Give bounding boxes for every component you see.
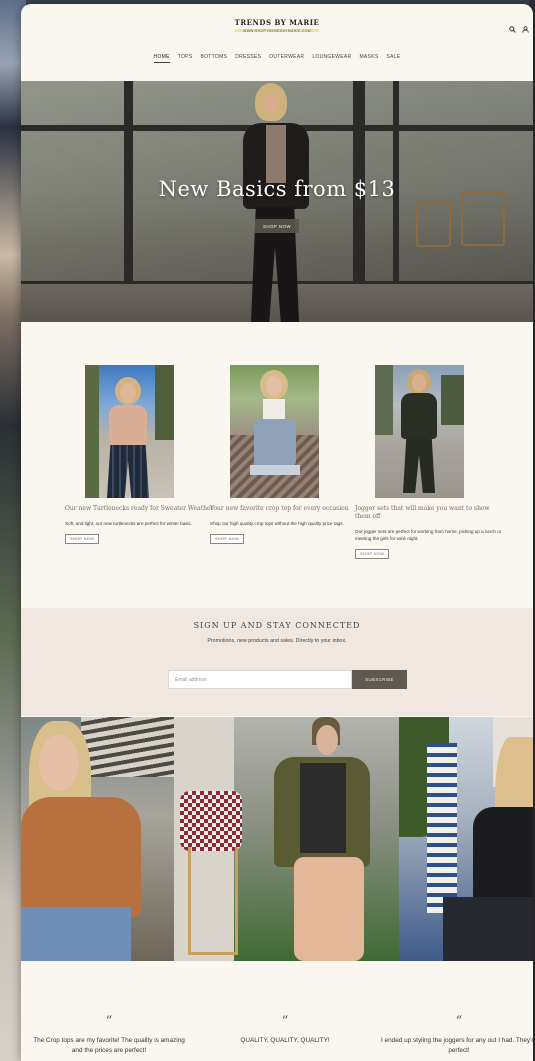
hero-model-face: [263, 93, 279, 113]
signup-title: SIGN UP AND STAY CONNECTED: [193, 621, 361, 630]
logo-url: WWW.SHOPTRENDSBYMARIE.COM: [242, 29, 312, 33]
product-description: Our jogger sets are perfect for working …: [355, 529, 502, 541]
testimonial-text: The Crop tops are my favorite! The quali…: [33, 1037, 185, 1054]
quote-icon: “: [105, 1014, 113, 1029]
store-page: TRENDS BY MARIE WWW.SHOPTRENDSBYMARIE.CO…: [21, 4, 533, 1061]
product-image[interactable]: [230, 365, 319, 498]
product-shop-now-button[interactable]: SHOP NOW: [355, 549, 390, 559]
product-shop-now-button[interactable]: SHOP NOW: [210, 534, 245, 544]
testimonial: “ QUALITY, QUALITY, QUALITY!: [205, 1014, 365, 1046]
product-title[interactable]: Jogger sets that will make you want to s…: [355, 505, 505, 521]
quote-icon: “: [281, 1014, 289, 1029]
signup-subtitle: Promotions, new products and sales. Dire…: [207, 638, 347, 644]
testimonial-text: QUALITY, QUALITY, QUALITY!: [240, 1037, 330, 1044]
nav-item-masks[interactable]: MASKS: [359, 54, 378, 63]
testimonial-text: I ended up styling the joggers for any o…: [381, 1037, 533, 1054]
hero-chair: [416, 201, 451, 247]
product-title[interactable]: Your new favorite crop top for every occ…: [210, 505, 360, 513]
gallery-image[interactable]: [21, 717, 174, 961]
product-card-crop-tops: Your new favorite crop top for every occ…: [210, 365, 360, 545]
nav-item-loungewear[interactable]: LOUNGEWEAR: [312, 54, 351, 63]
main-nav: HOME TOPS BOTTOMS DRESSES OUTERWEAR LOUN…: [21, 54, 533, 63]
site-logo[interactable]: TRENDS BY MARIE WWW.SHOPTRENDSBYMARIE.CO…: [21, 18, 533, 33]
product-title[interactable]: Our new Turtlenecks ready for Sweater We…: [65, 505, 215, 513]
testimonial: “ I ended up styling the joggers for any…: [379, 1014, 533, 1056]
user-icon[interactable]: [522, 26, 529, 33]
header-icons: [509, 26, 529, 33]
email-field[interactable]: Email address: [168, 670, 352, 689]
gallery-image[interactable]: [399, 717, 533, 961]
nav-item-home[interactable]: HOME: [153, 54, 170, 63]
testimonial: “ The Crop tops are my favorite! The qua…: [29, 1014, 189, 1056]
hero-model-top: [266, 125, 286, 183]
photo-gallery: [21, 717, 533, 961]
testimonials: “ The Crop tops are my favorite! The qua…: [21, 961, 533, 1061]
hero-shop-now-button[interactable]: SHOP NOW: [255, 219, 299, 233]
search-icon[interactable]: [509, 26, 516, 33]
quote-icon: “: [455, 1014, 463, 1029]
product-image[interactable]: [85, 365, 174, 498]
product-card-joggers: Jogger sets that will make you want to s…: [355, 365, 505, 560]
hero-sidewalk: [21, 284, 533, 322]
nav-item-bottoms[interactable]: BOTTOMS: [200, 54, 227, 63]
gallery-image[interactable]: [174, 717, 399, 961]
logo-title: TRENDS BY MARIE: [234, 18, 320, 27]
product-image[interactable]: [375, 365, 464, 498]
nav-item-dresses[interactable]: DRESSES: [235, 54, 261, 63]
product-shop-now-button[interactable]: SHOP NOW: [65, 534, 100, 544]
subscribe-button[interactable]: SUBSCRIBE: [352, 670, 407, 689]
product-card-turtlenecks: Our new Turtlenecks ready for Sweater We…: [65, 365, 215, 545]
nav-item-tops[interactable]: TOPS: [178, 54, 193, 63]
hero-title: New Basics from $13: [158, 177, 396, 201]
hero-banner: New Basics from $13 SHOP NOW: [21, 81, 533, 322]
nav-item-outerwear[interactable]: OUTERWEAR: [269, 54, 304, 63]
product-description: Soft, and light, our new turtlenecks are…: [65, 521, 193, 526]
nav-item-sale[interactable]: SALE: [386, 54, 400, 63]
newsletter-signup: SIGN UP AND STAY CONNECTED Promotions, n…: [21, 608, 533, 716]
product-description: Shop our high quality crop tops without …: [210, 521, 344, 526]
